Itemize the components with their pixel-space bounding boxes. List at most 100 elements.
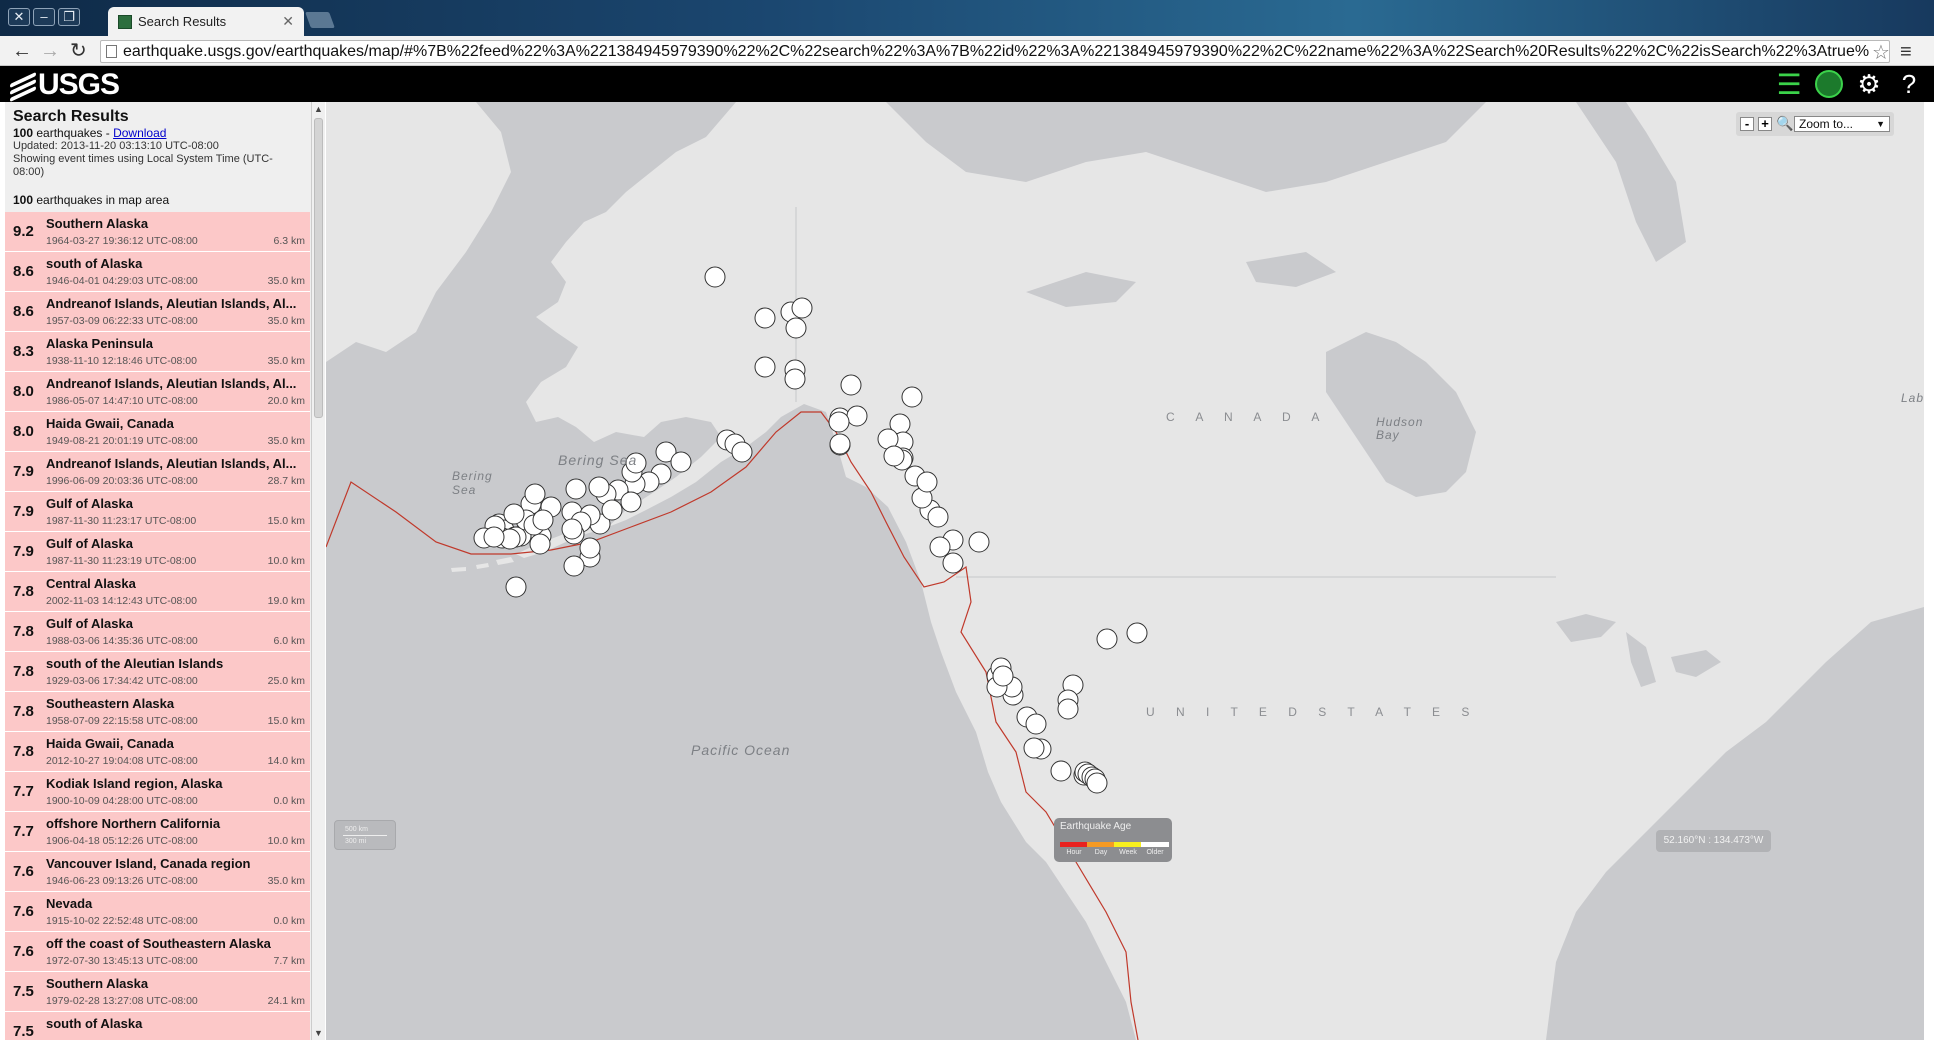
earthquake-marker[interactable] [916,471,938,493]
legend-swatch [1141,842,1169,847]
settings-gear-icon[interactable]: ⚙ [1854,69,1884,99]
earthquake-marker[interactable] [927,506,949,528]
earthquake-row[interactable]: 8.3 Alaska Peninsula 1938-11-10 12:18:46 U… [5,332,310,372]
usgs-logo[interactable]: USGS [10,68,120,103]
earthquake-marker[interactable] [620,491,642,513]
earthquake-row[interactable]: 7.5 south of Alaska [5,1012,310,1040]
earthquake-marker[interactable] [1023,737,1045,759]
earthquake-marker[interactable] [731,441,753,463]
earthquake-row[interactable]: 8.0 Andreanof Islands, Aleutian Islands, … [5,372,310,412]
earthquake-marker[interactable] [968,531,990,553]
map-canvas[interactable] [326,102,1924,1040]
earthquake-marker[interactable] [840,374,862,396]
new-tab-button[interactable] [305,12,335,28]
earthquake-row[interactable]: 7.8 south of the Aleutian Islands 1929-03-… [5,652,310,692]
sidebar-scrollbar[interactable]: ▲ ▼ [311,102,325,1040]
earthquake-marker[interactable] [579,537,601,559]
earthquake-row[interactable]: 8.6 Andreanof Islands, Aleutian Islands, … [5,292,310,332]
earthquake-row[interactable]: 7.6 Nevada 1915-10-02 22:52:48 UTC-08:00 0.… [5,892,310,932]
map-view-button[interactable] [1814,69,1844,99]
earthquake-marker[interactable] [791,297,813,319]
earthquake-marker[interactable] [883,445,905,467]
earthquake-marker[interactable] [784,368,806,390]
zoom-in-button[interactable]: + [1758,117,1772,131]
earthquake-row[interactable]: 7.7 Kodiak Island region, Alaska 1900-10-0… [5,772,310,812]
earthquake-row[interactable]: 7.8 Southeastern Alaska 1958-07-09 22:15:5… [5,692,310,732]
earthquake-row[interactable]: 8.6 south of Alaska 1946-04-01 04:29:03 UT… [5,252,310,292]
earthquake-map[interactable]: C A N A D A U N I T E D S T A T E S Beri… [326,102,1924,1040]
earthquake-row[interactable]: 7.9 Gulf of Alaska 1987-11-30 11:23:17 UTC… [5,492,310,532]
close-window-button[interactable]: ✕ [8,8,30,26]
earthquake-row[interactable]: 7.8 Central Alaska 2002-11-03 14:12:43 UTC… [5,572,310,612]
earthquake-marker[interactable] [754,356,776,378]
earthquake-marker[interactable] [785,317,807,339]
earthquake-marker[interactable] [565,478,587,500]
earthquake-row[interactable]: 7.9 Gulf of Alaska 1987-11-30 11:23:19 UTC… [5,532,310,572]
help-icon[interactable]: ? [1894,69,1924,99]
download-link[interactable]: Download [113,126,166,140]
chrome-menu-icon[interactable]: ≡ [1900,41,1912,64]
earthquake-marker[interactable] [1050,760,1072,782]
earthquake-marker[interactable] [588,476,610,498]
earthquake-row[interactable]: 7.6 Vancouver Island, Canada region 1946-0… [5,852,310,892]
restore-window-button[interactable]: ❐ [58,8,80,26]
minimize-window-button[interactable]: – [33,8,55,26]
earthquake-time: 1938-11-10 12:18:46 UTC-08:00 [46,355,197,367]
earthquake-marker[interactable] [483,526,505,548]
back-arrow-icon[interactable]: ← [12,40,32,62]
earthquake-marker[interactable] [561,518,583,540]
scroll-up-arrow-icon[interactable]: ▲ [314,104,323,114]
earthquake-marker[interactable] [901,386,923,408]
earthquake-marker[interactable] [670,451,692,473]
earthquake-row[interactable]: 7.8 Haida Gwaii, Canada 2012-10-27 19:04:0… [5,732,310,772]
earthquake-marker[interactable] [529,533,551,555]
tab-search-results[interactable]: Search Results ✕ [108,7,304,36]
earthquake-row[interactable]: 7.5 Southern Alaska 1979-02-28 13:27:08 UT… [5,972,310,1012]
close-tab-icon[interactable]: ✕ [282,13,294,30]
forward-arrow-icon[interactable]: → [40,40,60,62]
earthquake-place: Kodiak Island region, Alaska [46,776,223,791]
zoom-to-select[interactable]: Zoom to... ▼ [1794,116,1890,132]
earthquake-marker[interactable] [1025,713,1047,735]
earthquake-row[interactable]: 8.0 Haida Gwaii, Canada 1949-08-21 20:01:1… [5,412,310,452]
reload-icon[interactable]: ↻ [70,40,87,62]
earthquake-marker[interactable] [1126,622,1148,644]
earthquake-row[interactable]: 7.7 offshore Northern California 1906-04-1… [5,812,310,852]
earthquake-marker[interactable] [532,509,554,531]
earthquake-marker[interactable] [503,503,525,525]
scrollbar-thumb[interactable] [314,118,323,418]
earthquake-marker[interactable] [754,307,776,329]
earthquake-place: Haida Gwaii, Canada [46,416,174,431]
address-bar[interactable]: earthquake.usgs.gov/earthquakes/map/#%7B… [100,40,1890,63]
tab-bar: ✕ – ❐ Search Results ✕ [0,0,1934,36]
earthquake-marker[interactable] [1086,772,1108,794]
list-view-icon[interactable]: ☰ [1774,69,1804,100]
earthquake-marker[interactable] [992,665,1014,687]
magnifier-icon[interactable]: 🔍 [1776,116,1793,131]
earthquake-place: Haida Gwaii, Canada [46,736,174,751]
earthquake-marker[interactable] [563,555,585,577]
earthquake-marker[interactable] [942,552,964,574]
earthquake-marker[interactable] [601,499,623,521]
earthquake-marker[interactable] [704,266,726,288]
earthquake-marker[interactable] [929,536,951,558]
earthquake-time: 1900-10-09 04:28:00 UTC-08:00 [46,795,198,807]
earthquake-row[interactable]: 7.8 Gulf of Alaska 1988-03-06 14:35:36 UTC… [5,612,310,652]
earthquake-marker[interactable] [1096,628,1118,650]
bookmark-star-icon[interactable]: ☆ [1872,40,1890,65]
header-icons: ☰ ⚙ ? [1774,69,1924,100]
earthquake-place: Andreanof Islands, Aleutian Islands, Al.… [46,456,297,471]
earthquake-marker[interactable] [828,411,850,433]
zoom-out-button[interactable]: - [1740,117,1754,131]
earthquake-marker[interactable] [505,576,527,598]
earthquake-row[interactable]: 9.2 Southern Alaska 1964-03-27 19:36:12 UT… [5,212,310,252]
scroll-down-arrow-icon[interactable]: ▼ [314,1028,323,1038]
earthquake-marker[interactable] [524,483,546,505]
earthquake-row[interactable]: 7.9 Andreanof Islands, Aleutian Islands, … [5,452,310,492]
earthquake-row[interactable]: 7.6 off the coast of Southeastern Alaska 1… [5,932,310,972]
earthquake-place: Nevada [46,896,93,911]
earthquake-marker[interactable] [829,433,851,455]
results-count: 100 [13,126,34,140]
earthquake-marker[interactable] [846,405,868,427]
earthquake-marker[interactable] [1057,698,1079,720]
